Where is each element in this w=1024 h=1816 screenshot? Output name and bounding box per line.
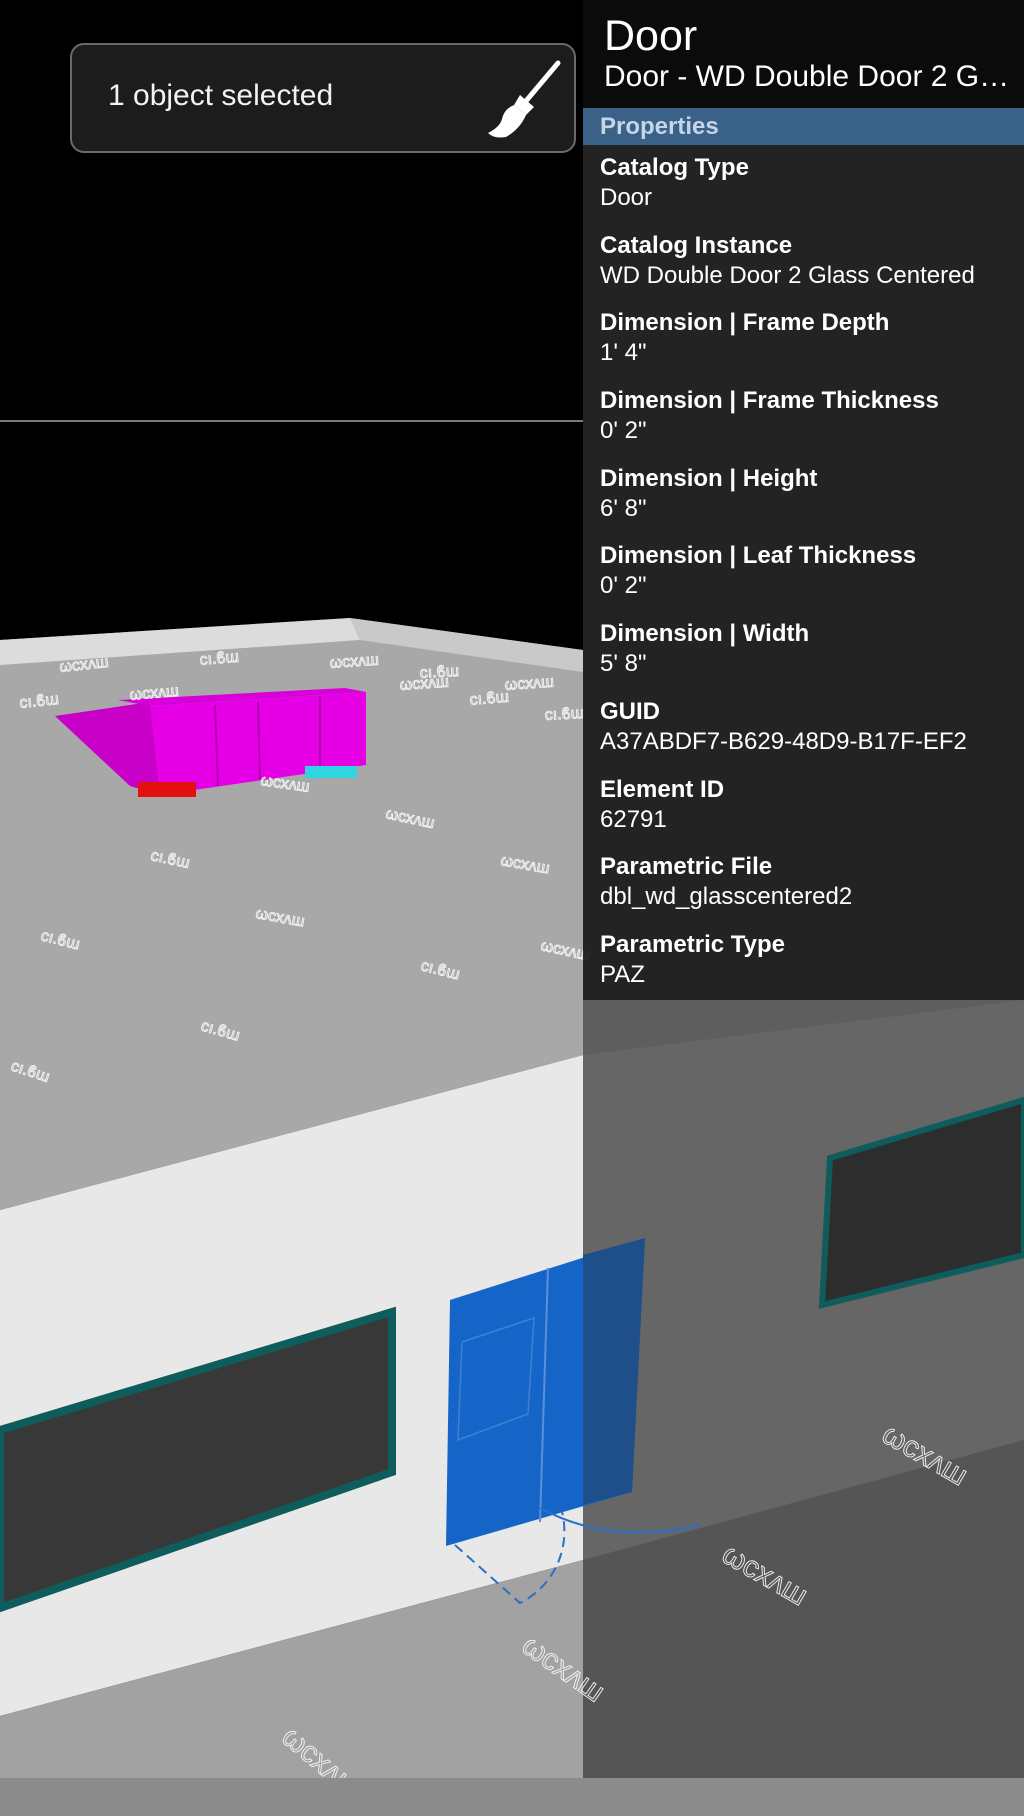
property-value: 0' 2" [600,572,647,600]
property-label: Catalog Type [600,154,749,181]
property-row[interactable]: Dimension | Height 6' 8" [583,460,1024,538]
brush-icon[interactable] [480,57,564,141]
property-value: WD Double Door 2 Glass Centered [600,261,975,289]
property-row[interactable]: Element ID 62791 [583,771,1024,849]
property-value: dbl_wd_glasscentered2 [600,883,853,911]
properties-section-header[interactable]: Properties [583,108,1024,145]
property-row[interactable]: GUID A37ABDF7-B629-48D9-B17F-EF2 [583,693,1024,771]
property-value: A37ABDF7-B629-48D9-B17F-EF2 [600,727,967,755]
property-value: Door [600,184,653,211]
property-value: 6' 8" [600,494,647,522]
property-row[interactable]: Dimension | Leaf Thickness 0' 2" [583,537,1024,615]
property-label: Dimension | Width [600,620,810,648]
roof-text-tag: cı.ϐɯ [469,689,510,709]
property-value: 62791 [600,805,667,833]
property-value: 5' 8" [600,650,647,678]
property-value: 1' 4" [600,339,647,367]
property-label: Dimension | Frame Thickness [600,387,939,415]
property-label: Dimension | Height [600,464,818,492]
property-row[interactable]: Catalog Type Door [583,149,1024,227]
property-list: Catalog Type Door Catalog Instance WD Do… [583,145,1024,1004]
selection-status: 1 object selected [108,79,334,112]
property-label: Parametric File [600,853,773,881]
property-label: Dimension | Leaf Thickness [600,542,917,570]
object-title: Door [604,12,698,60]
selection-toast: 1 object selected [70,43,576,153]
property-label: Parametric Type [600,930,785,958]
property-row[interactable]: Catalog Instance WD Double Door 2 Glass … [583,227,1024,305]
property-value: PAZ [600,960,645,988]
properties-panel: Door Door - WD Double Door 2 Glass Cente… [583,0,1024,1000]
roof-text-tag: ωcxʌш [329,652,379,672]
property-row[interactable]: Dimension | Frame Depth 1' 4" [583,304,1024,382]
property-row[interactable]: Dimension | Width 5' 8" [583,615,1024,693]
property-label: Element ID [600,775,725,803]
property-row[interactable]: Parametric Type PAZ [583,926,1024,1004]
object-subtitle: Door - WD Double Door 2 Glass Centered [604,60,1014,93]
property-label: GUID [600,697,660,725]
property-label: Catalog Instance [600,231,793,259]
property-label: Dimension | Frame Depth [600,309,890,337]
property-row[interactable]: Parametric File dbl_wd_glasscentered2 [583,848,1024,926]
property-row[interactable]: Dimension | Frame Thickness 0' 2" [583,382,1024,460]
roof-text-tag: cı.ϐɯ [544,705,584,724]
roof-text-tag: cı.ϐɯ [199,649,240,669]
roof-text-tag: ωcxʌш [399,674,449,694]
panel-header: Door Door - WD Double Door 2 Glass Cente… [583,0,1024,108]
bottom-bar [0,1778,1024,1816]
roof-text-tag: ωcxʌш [504,674,554,694]
property-value: 0' 2" [600,417,647,445]
